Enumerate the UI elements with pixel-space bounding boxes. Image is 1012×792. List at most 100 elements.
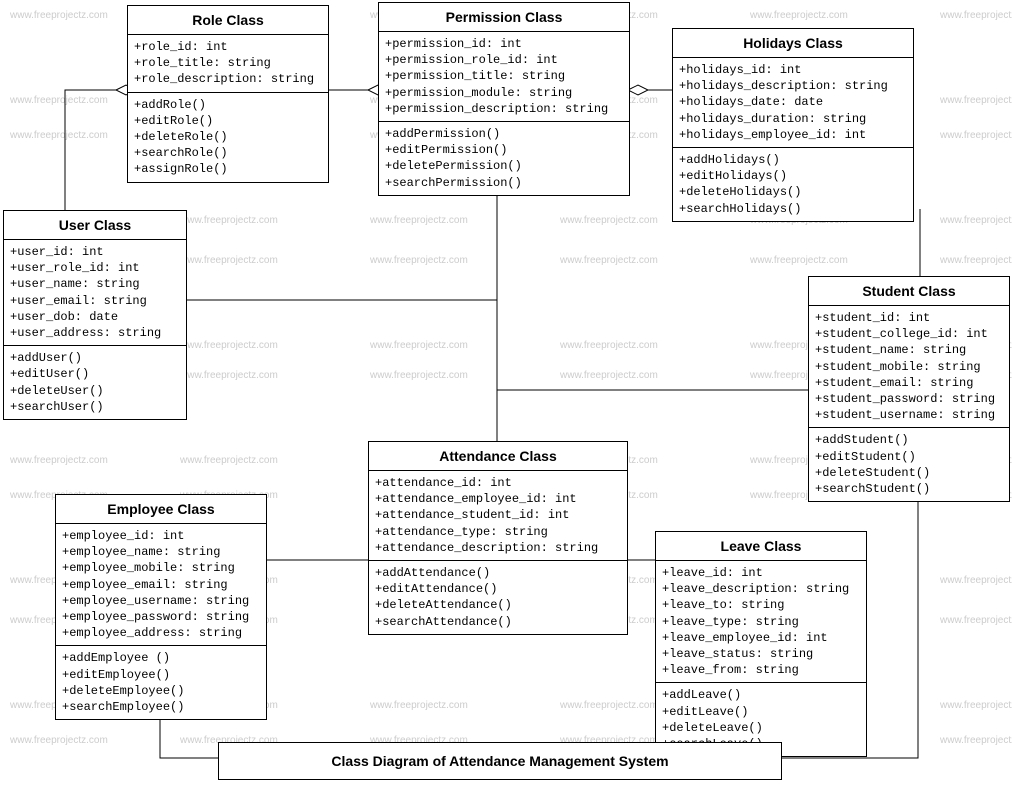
attr: +permission_description: string — [385, 101, 623, 117]
class-methods: +addHolidays() +editHolidays() +deleteHo… — [673, 148, 913, 221]
method: +deleteUser() — [10, 383, 180, 399]
method: +searchStudent() — [815, 481, 1003, 497]
class-methods: +addStudent() +editStudent() +deleteStud… — [809, 428, 1009, 501]
class-attrs: +permission_id: int +permission_role_id:… — [379, 32, 629, 122]
class-employee: Employee Class +employee_id: int +employ… — [55, 494, 267, 720]
method: +editHolidays() — [679, 168, 907, 184]
watermark-text: www.freeprojectz.com — [750, 255, 848, 266]
method: +deleteStudent() — [815, 465, 1003, 481]
attr: +attendance_student_id: int — [375, 507, 621, 523]
attr: +employee_email: string — [62, 577, 260, 593]
method: +deleteEmployee() — [62, 683, 260, 699]
diagram-title-box: Class Diagram of Attendance Management S… — [218, 742, 782, 780]
attr: +role_title: string — [134, 55, 322, 71]
method: +editRole() — [134, 113, 322, 129]
method: +searchPermission() — [385, 175, 623, 191]
method: +editPermission() — [385, 142, 623, 158]
watermark-text: www.freeprojectz.com — [940, 95, 1012, 106]
attr: +attendance_id: int — [375, 475, 621, 491]
class-title: Role Class — [128, 6, 328, 35]
class-holidays: Holidays Class +holidays_id: int +holida… — [672, 28, 914, 222]
method: +searchHolidays() — [679, 201, 907, 217]
method: +searchRole() — [134, 145, 322, 161]
method: +addPermission() — [385, 126, 623, 142]
class-methods: +addAttendance() +editAttendance() +dele… — [369, 561, 627, 634]
attr: +user_role_id: int — [10, 260, 180, 276]
method: +deleteRole() — [134, 129, 322, 145]
watermark-text: www.freeprojectz.com — [560, 255, 658, 266]
watermark-text: www.freeprojectz.com — [940, 130, 1012, 141]
method: +addLeave() — [662, 687, 860, 703]
attr: +leave_id: int — [662, 565, 860, 581]
attr: +attendance_type: string — [375, 524, 621, 540]
class-title: Employee Class — [56, 495, 266, 524]
watermark-text: www.freeprojectz.com — [370, 700, 468, 711]
diagram-title-text: Class Diagram of Attendance Management S… — [331, 753, 668, 769]
method: +searchEmployee() — [62, 699, 260, 715]
method: +editLeave() — [662, 704, 860, 720]
watermark-text: www.freeprojectz.com — [560, 215, 658, 226]
attr: +student_college_id: int — [815, 326, 1003, 342]
method: +addAttendance() — [375, 565, 621, 581]
attr: +student_name: string — [815, 342, 1003, 358]
class-student: Student Class +student_id: int +student_… — [808, 276, 1010, 502]
method: +assignRole() — [134, 161, 322, 177]
method: +addEmployee () — [62, 650, 260, 666]
method: +deleteHolidays() — [679, 184, 907, 200]
watermark-text: www.freeprojectz.com — [180, 455, 278, 466]
class-methods: +addPermission() +editPermission() +dele… — [379, 122, 629, 195]
attr: +leave_description: string — [662, 581, 860, 597]
watermark-text: www.freeprojectz.com — [940, 255, 1012, 266]
class-title: Holidays Class — [673, 29, 913, 58]
class-attrs: +employee_id: int +employee_name: string… — [56, 524, 266, 646]
method: +editUser() — [10, 366, 180, 382]
watermark-text: www.freeprojectz.com — [10, 455, 108, 466]
method: +editStudent() — [815, 449, 1003, 465]
watermark-text: www.freeprojectz.com — [370, 370, 468, 381]
attr: +student_mobile: string — [815, 359, 1003, 375]
watermark-text: www.freeprojectz.com — [560, 700, 658, 711]
watermark-text: www.freeprojectz.com — [560, 370, 658, 381]
class-attrs: +holidays_id: int +holidays_description:… — [673, 58, 913, 148]
attr: +permission_role_id: int — [385, 52, 623, 68]
class-attendance: Attendance Class +attendance_id: int +at… — [368, 441, 628, 635]
class-attrs: +user_id: int +user_role_id: int +user_n… — [4, 240, 186, 346]
attr: +holidays_description: string — [679, 78, 907, 94]
attr: +user_id: int — [10, 244, 180, 260]
method: +deletePermission() — [385, 158, 623, 174]
attr: +leave_type: string — [662, 614, 860, 630]
attr: +student_id: int — [815, 310, 1003, 326]
attr: +employee_id: int — [62, 528, 260, 544]
attr: +user_name: string — [10, 276, 180, 292]
class-title: User Class — [4, 211, 186, 240]
method: +addHolidays() — [679, 152, 907, 168]
class-user: User Class +user_id: int +user_role_id: … — [3, 210, 187, 420]
watermark-text: www.freeprojectz.com — [180, 340, 278, 351]
watermark-text: www.freeprojectz.com — [180, 255, 278, 266]
watermark-text: www.freeprojectz.com — [940, 215, 1012, 226]
watermark-text: www.freeprojectz.com — [940, 10, 1012, 21]
method: +editAttendance() — [375, 581, 621, 597]
watermark-text: www.freeprojectz.com — [370, 340, 468, 351]
watermark-text: www.freeprojectz.com — [180, 215, 278, 226]
attr: +permission_title: string — [385, 68, 623, 84]
watermark-text: www.freeprojectz.com — [940, 735, 1012, 746]
attr: +holidays_duration: string — [679, 111, 907, 127]
watermark-text: www.freeprojectz.com — [370, 215, 468, 226]
attr: +employee_username: string — [62, 593, 260, 609]
attr: +permission_module: string — [385, 85, 623, 101]
attr: +employee_password: string — [62, 609, 260, 625]
watermark-text: www.freeprojectz.com — [940, 700, 1012, 711]
class-title: Attendance Class — [369, 442, 627, 471]
attr: +attendance_employee_id: int — [375, 491, 621, 507]
watermark-text: www.freeprojectz.com — [940, 575, 1012, 586]
class-permission: Permission Class +permission_id: int +pe… — [378, 2, 630, 196]
attr: +user_dob: date — [10, 309, 180, 325]
watermark-text: www.freeprojectz.com — [10, 130, 108, 141]
attr: +role_description: string — [134, 71, 322, 87]
class-methods: +addRole() +editRole() +deleteRole() +se… — [128, 93, 328, 182]
attr: +holidays_id: int — [679, 62, 907, 78]
watermark-text: www.freeprojectz.com — [560, 340, 658, 351]
class-title: Leave Class — [656, 532, 866, 561]
attr: +holidays_date: date — [679, 94, 907, 110]
